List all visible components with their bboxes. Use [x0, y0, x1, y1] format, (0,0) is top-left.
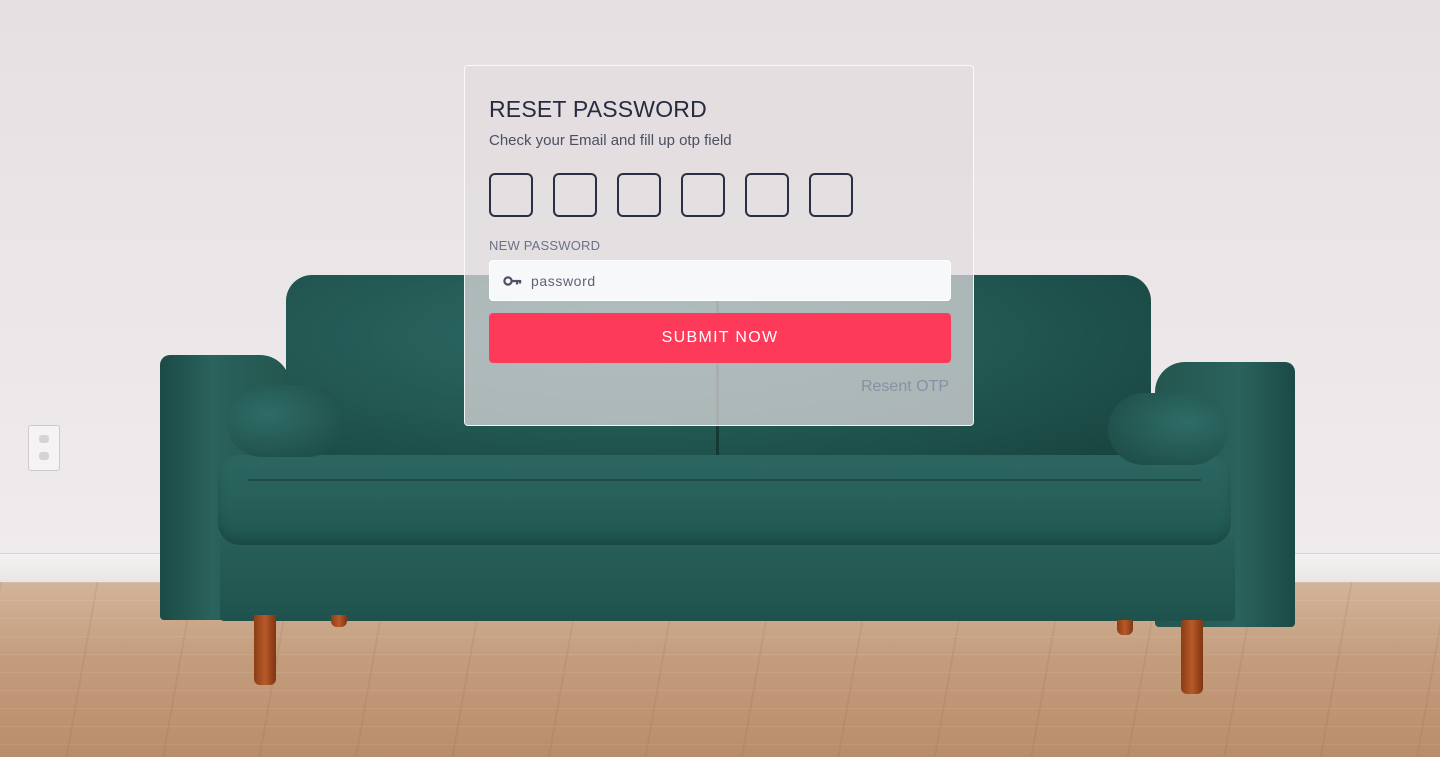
key-icon — [503, 274, 523, 288]
password-input[interactable] — [531, 272, 931, 289]
sofa-left-bolster — [226, 385, 344, 457]
sofa-leg — [331, 615, 347, 627]
otp-digit-6[interactable] — [809, 173, 853, 217]
otp-input-group — [489, 173, 853, 217]
otp-digit-3[interactable] — [617, 173, 661, 217]
resend-otp-link[interactable]: Resent OTP — [861, 378, 949, 396]
new-password-label: NEW PASSWORD — [489, 238, 601, 253]
sofa-leg — [1117, 620, 1133, 635]
sofa-base — [220, 536, 1235, 621]
reset-password-card: RESET PASSWORD Check your Email and fill… — [464, 65, 974, 426]
sofa-leg — [254, 615, 276, 685]
new-password-field[interactable] — [489, 260, 951, 301]
wall-outlet — [28, 425, 60, 471]
page-subtitle: Check your Email and fill up otp field — [489, 132, 732, 149]
otp-digit-4[interactable] — [681, 173, 725, 217]
submit-button[interactable]: SUBMIT NOW — [489, 313, 951, 363]
otp-digit-2[interactable] — [553, 173, 597, 217]
otp-digit-1[interactable] — [489, 173, 533, 217]
sofa-right-bolster — [1108, 393, 1228, 465]
sofa-leg — [1181, 620, 1203, 694]
background-scene: RESET PASSWORD Check your Email and fill… — [0, 0, 1440, 757]
page-title: RESET PASSWORD — [489, 96, 707, 122]
otp-digit-5[interactable] — [745, 173, 789, 217]
sofa-seat-cushion — [218, 455, 1231, 545]
